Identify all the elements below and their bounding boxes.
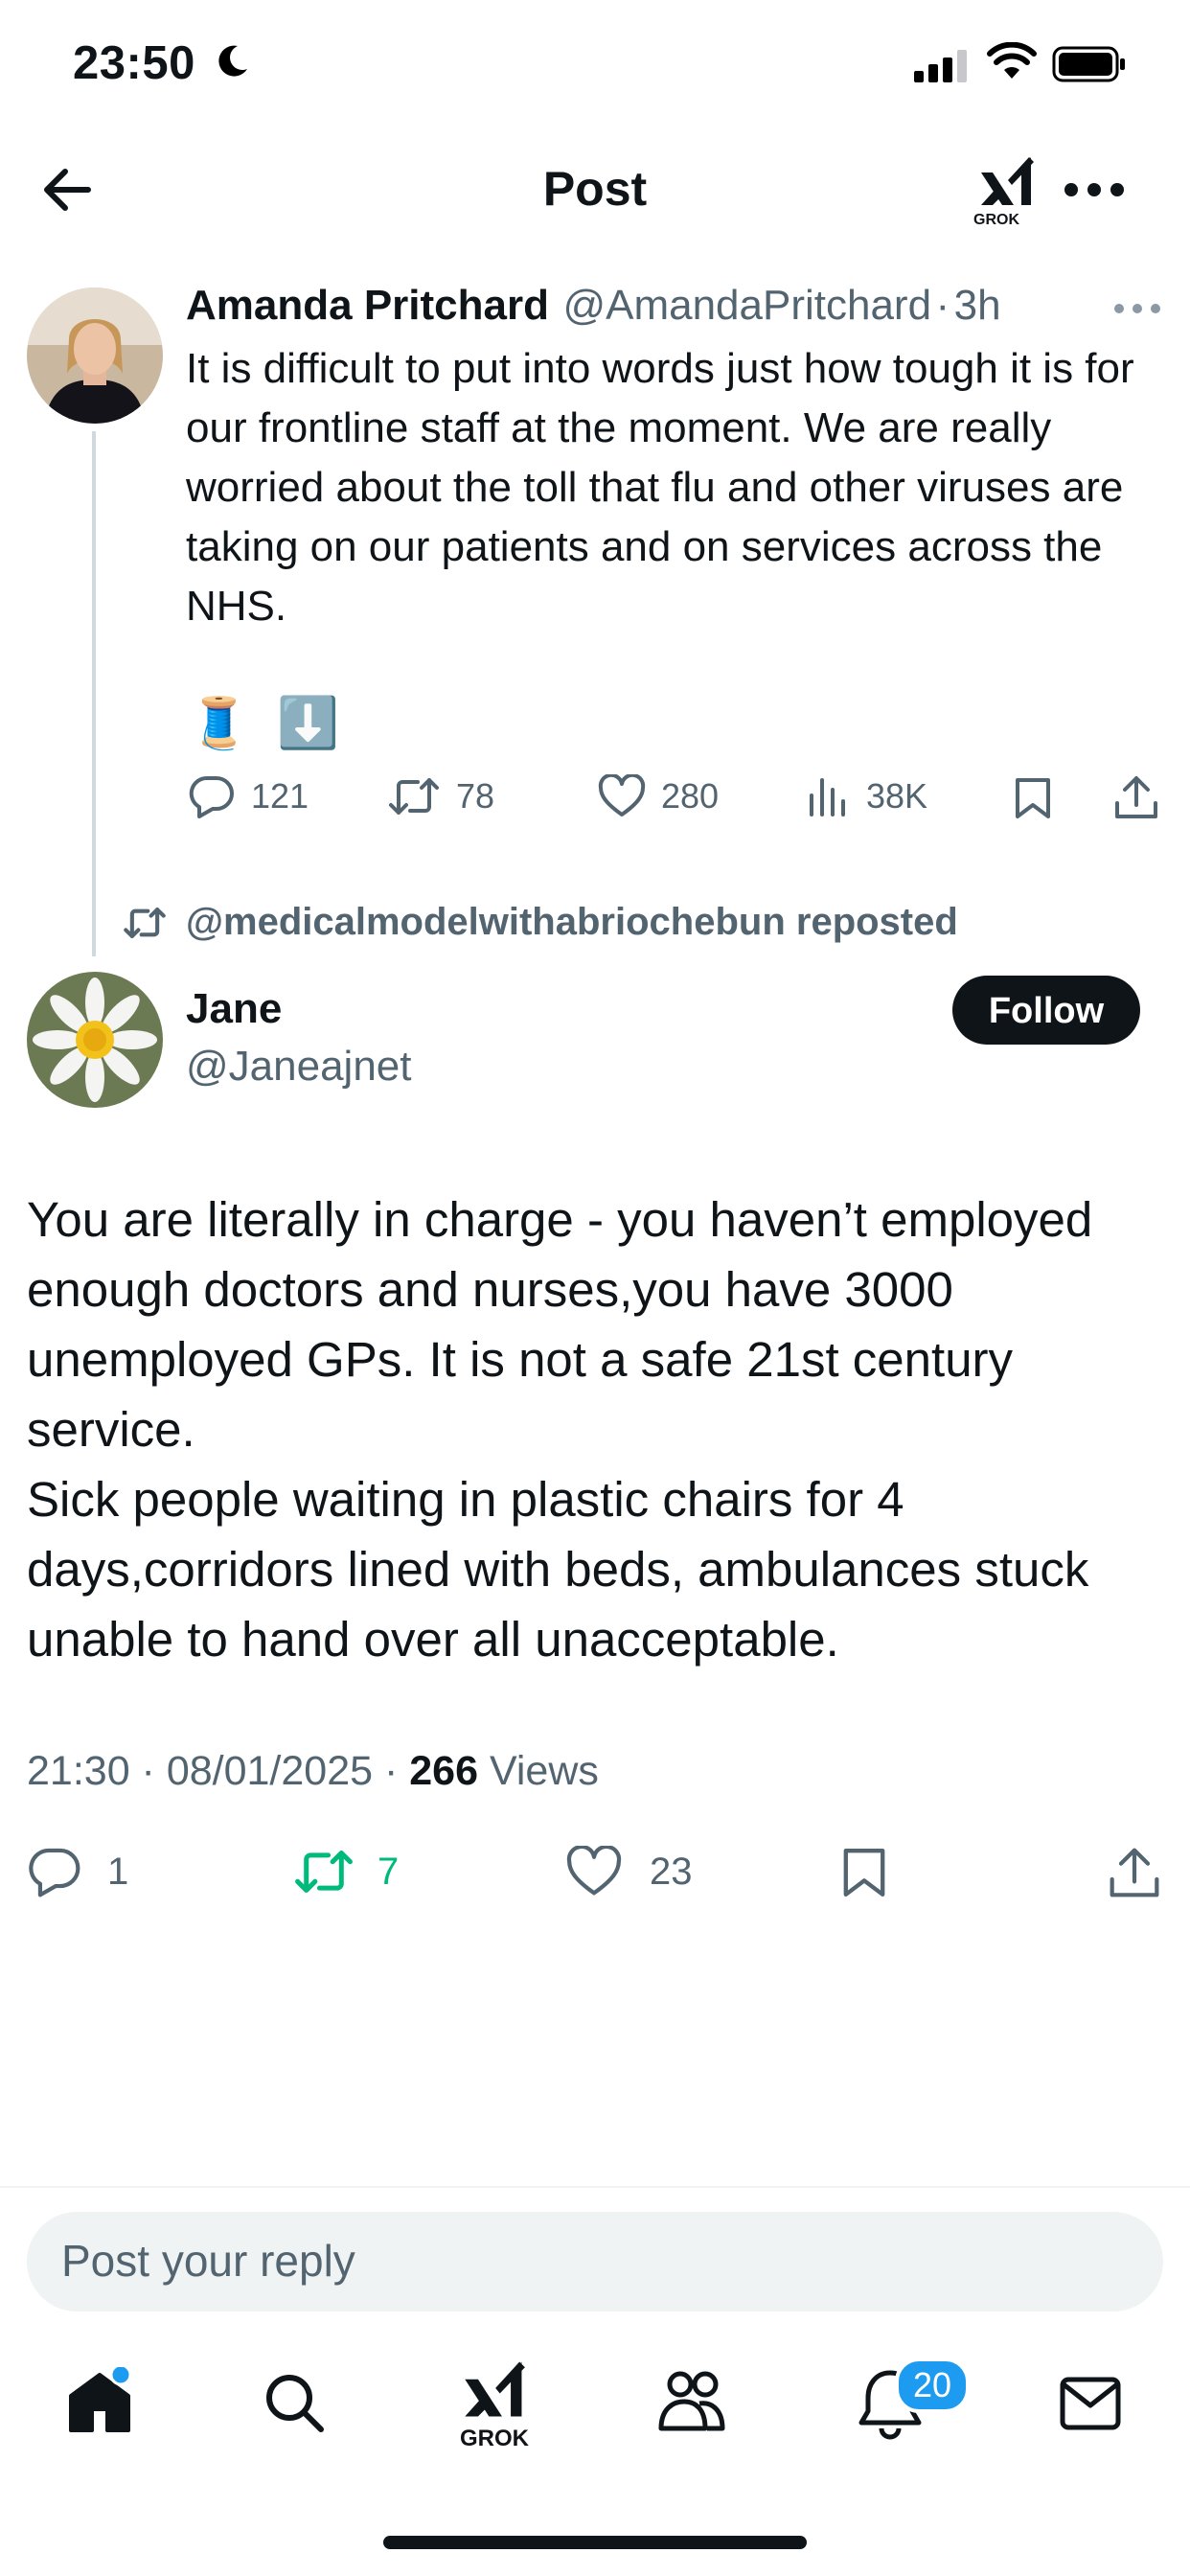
reply-placeholder[interactable]: Post your reply <box>61 2235 355 2287</box>
thread-emoji: 🧵 <box>188 696 250 751</box>
post-paragraph: Sick people waiting in plastic chairs fo… <box>27 1472 1089 1667</box>
views-count: 38K <box>866 776 928 816</box>
author-name[interactable]: Amanda Pritchard <box>186 282 549 329</box>
down-arrow-emoji: ⬇️ <box>277 696 339 751</box>
heart-icon <box>598 774 646 816</box>
views-chart-icon <box>810 778 845 816</box>
more-options-icon[interactable] <box>1064 182 1125 197</box>
post-age: 3h <box>953 282 1001 329</box>
bookmark-icon[interactable] <box>1014 776 1052 820</box>
grok-icon <box>981 157 1034 205</box>
post-meta: 21:30 · 08/01/2025 · 266 Views <box>27 1748 599 1795</box>
avatar[interactable] <box>27 972 163 1108</box>
views-count[interactable]: 266 <box>409 1748 478 1794</box>
views-label: Views <box>478 1748 599 1794</box>
battery-icon <box>1052 46 1125 82</box>
avatar[interactable] <box>27 288 163 424</box>
repost-button[interactable]: 7 <box>293 1846 399 1898</box>
wifi-icon <box>987 42 1037 79</box>
like-count: 280 <box>661 776 720 816</box>
share-icon[interactable] <box>1108 1846 1161 1899</box>
separator: · <box>935 282 950 329</box>
like-button[interactable]: 23 <box>565 1846 693 1898</box>
mail-icon <box>1060 2377 1121 2430</box>
post-text: You are literally in charge - you haven’… <box>27 1184 1167 1674</box>
notifications-badge: 20 <box>895 2358 970 2413</box>
like-button[interactable]: 280 <box>598 774 719 818</box>
reply-icon <box>29 1848 80 1898</box>
grok-label: GROK <box>460 2426 529 2451</box>
search-icon <box>266 2375 324 2432</box>
tab-grok[interactable]: GROK <box>456 2358 533 2453</box>
share-icon[interactable] <box>1113 774 1159 820</box>
tab-messages[interactable] <box>1060 2377 1121 2430</box>
grok-icon <box>465 2361 525 2417</box>
cellular-signal-icon <box>914 50 967 82</box>
reply-count: 1 <box>107 1850 129 1893</box>
post-timestamp: 21:30 · 08/01/2025 · <box>27 1748 410 1794</box>
grok-button[interactable]: GROK <box>973 153 1041 230</box>
home-indicator[interactable] <box>383 2536 807 2549</box>
reply-count: 121 <box>251 776 309 816</box>
like-count: 23 <box>650 1850 693 1893</box>
communities-icon <box>658 2371 725 2431</box>
bookmark-icon[interactable] <box>841 1846 887 1899</box>
author-handle[interactable]: @AmandaPritchard <box>562 282 931 329</box>
divider <box>0 2186 1190 2188</box>
post-header: Amanda Pritchard @AmandaPritchard · 3h <box>186 282 1001 330</box>
moon-icon <box>218 45 247 77</box>
tab-communities[interactable] <box>655 2367 728 2436</box>
repost-button[interactable]: 78 <box>387 774 494 818</box>
views-button[interactable]: 38K <box>807 774 927 818</box>
follow-button[interactable]: Follow <box>952 976 1140 1045</box>
repost-count: 78 <box>456 776 495 816</box>
tab-home[interactable] <box>65 2363 134 2436</box>
repost-icon <box>389 778 439 815</box>
emoji-row: 🧵 ⬇️ <box>188 694 339 752</box>
reply-icon <box>189 775 234 818</box>
reply-button[interactable]: 121 <box>188 774 309 818</box>
repost-icon <box>295 1851 353 1893</box>
grok-label: GROK <box>973 212 1019 228</box>
repost-icon <box>124 907 166 939</box>
heart-icon <box>566 1846 622 1896</box>
post-paragraph: You are literally in charge - you haven’… <box>27 1192 1093 1457</box>
status-time: 23:50 <box>73 37 195 89</box>
home-icon <box>69 2363 132 2432</box>
author-name[interactable]: Jane <box>186 985 282 1033</box>
repost-count: 7 <box>378 1850 400 1893</box>
tab-search[interactable] <box>263 2371 326 2434</box>
thread-line <box>92 431 96 956</box>
more-options-icon[interactable] <box>1113 303 1161 314</box>
reply-button[interactable]: 1 <box>27 1846 128 1898</box>
repost-context-text[interactable]: @medicalmodelwithabriochebun reposted <box>186 901 958 944</box>
author-handle[interactable]: @Janeajnet <box>186 1043 412 1091</box>
post-text: It is difficult to put into words just h… <box>186 345 1134 630</box>
